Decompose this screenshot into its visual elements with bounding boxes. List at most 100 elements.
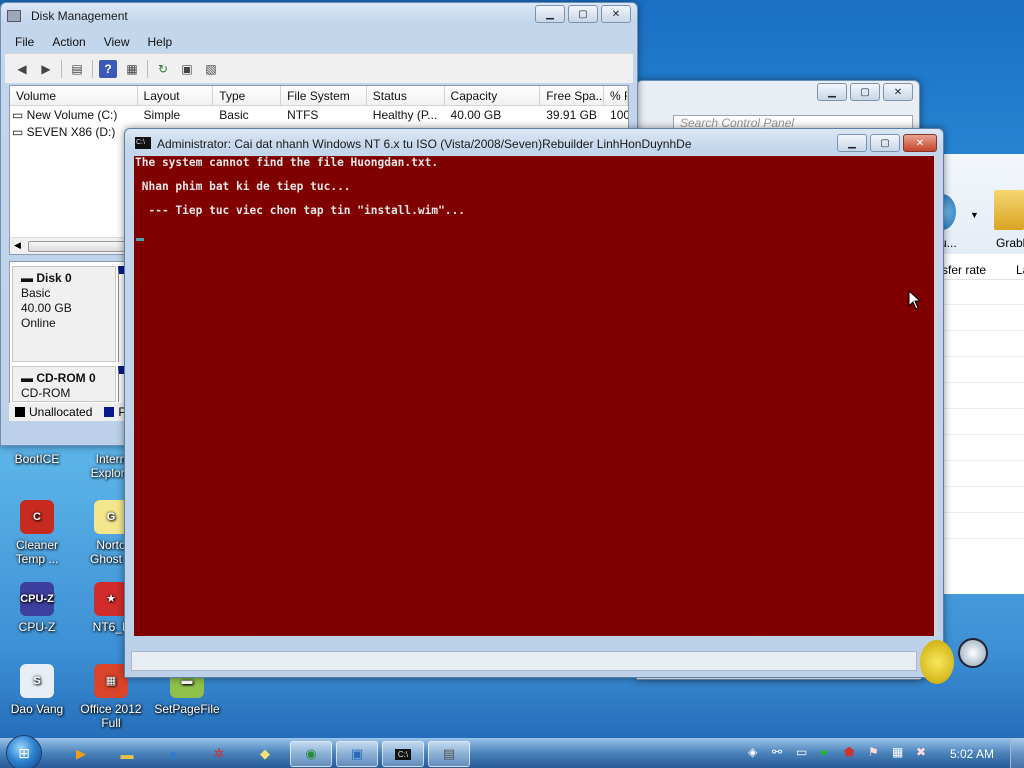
desktop-icon-label: CPU-Z bbox=[18, 620, 56, 634]
menu-help[interactable]: Help bbox=[148, 31, 173, 51]
column-header[interactable]: Volume bbox=[10, 86, 138, 105]
control-panel-item-label: Grabb bbox=[996, 236, 1024, 250]
column-header[interactable]: Layout bbox=[138, 86, 214, 105]
table-cell: Simple bbox=[143, 108, 181, 122]
table-cell: 40.00 GB bbox=[450, 108, 502, 122]
close-button[interactable]: ✕ bbox=[601, 5, 631, 23]
desktop-icon-image: G bbox=[94, 500, 128, 534]
console-line: The system cannot find the file Huongdan… bbox=[135, 156, 439, 169]
desktop-icon-image: ★ bbox=[94, 582, 128, 616]
scrollbar-thumb[interactable] bbox=[28, 241, 128, 252]
column-header[interactable]: Status bbox=[367, 86, 445, 105]
cmd-icon: C:\ bbox=[135, 137, 151, 149]
console-line: --- Tiep tuc viec chon tap tin "install.… bbox=[135, 204, 466, 217]
taskbar-disk[interactable]: ▤ bbox=[428, 741, 470, 767]
legend-swatch bbox=[15, 407, 25, 417]
console-tree-icon[interactable]: ▤ bbox=[68, 60, 86, 78]
tray-shield-icon[interactable]: ⬟ bbox=[844, 745, 854, 759]
disk-name: ▬ Disk 0 bbox=[21, 271, 72, 285]
help-icon[interactable]: ? bbox=[99, 59, 117, 78]
windows-logo-icon: ⊞ bbox=[18, 744, 30, 761]
tray-lan-icon[interactable]: ▦ bbox=[892, 745, 903, 759]
scroll-left-icon[interactable]: ◀ bbox=[14, 240, 21, 251]
console-line: Nhan phim bat ki de tiep tuc... bbox=[135, 180, 351, 193]
start-button[interactable]: ⊞ bbox=[6, 735, 42, 768]
rescan-icon[interactable]: ▣ bbox=[178, 60, 196, 78]
back-icon[interactable]: ◀ bbox=[13, 60, 31, 78]
desktop-fish-decoration bbox=[920, 630, 990, 686]
disk-info[interactable]: ▬ Disk 0 Basic 40.00 GB Online bbox=[12, 266, 116, 362]
show-desktop-button[interactable] bbox=[1010, 739, 1024, 768]
disk-icon: ▤ bbox=[442, 746, 456, 761]
settings-icon[interactable]: ▧ bbox=[202, 60, 220, 78]
globe-icon: ◉ bbox=[305, 746, 317, 761]
desktop-icon-image: C bbox=[20, 500, 54, 534]
desktop-icon-image: S bbox=[20, 664, 54, 698]
column-header[interactable]: Type bbox=[213, 86, 282, 105]
tray-network-icon[interactable]: ◈ bbox=[748, 745, 757, 759]
minimize-button[interactable]: ▁ bbox=[817, 83, 847, 101]
refresh-icon[interactable]: ↻ bbox=[154, 60, 172, 78]
desktop-icon-label: SetPageFile bbox=[154, 702, 220, 716]
table-cell: 100 bbox=[610, 108, 628, 122]
desktop-icon-label: Office 2012 Full bbox=[80, 702, 142, 730]
disk-management-title: Disk Management bbox=[31, 9, 128, 23]
menu-view[interactable]: View bbox=[104, 31, 130, 51]
column-header[interactable]: Free Spa... bbox=[540, 86, 605, 105]
console-output[interactable]: The system cannot find the file Huongdan… bbox=[134, 156, 934, 636]
console-scrollbar[interactable] bbox=[934, 156, 938, 636]
folder-icon[interactable] bbox=[994, 190, 1024, 230]
tray-usb-icon[interactable]: ⚯ bbox=[772, 745, 782, 759]
tray-play-icon[interactable]: ● bbox=[820, 745, 827, 759]
close-button[interactable]: ✕ bbox=[903, 134, 937, 152]
maximize-button[interactable]: ▢ bbox=[850, 83, 880, 101]
maximize-button[interactable]: ▢ bbox=[870, 134, 900, 152]
desktop-icon[interactable]: BBootICE bbox=[0, 452, 74, 466]
taskbar: ⊞ ▶ ▬ e ✲ ◆ ◉ ▣ C:\ ▤ ◈ ⚯ ▭ ● ⬟ ⚑ ▦ ✖ 5:… bbox=[0, 735, 1024, 768]
desktop-icon[interactable]: CPU-Z CPU-Z bbox=[0, 582, 74, 634]
tray-flag-icon[interactable]: ⚑ bbox=[868, 745, 879, 759]
taskbar-control-panel[interactable]: ▣ bbox=[336, 741, 378, 767]
table-row[interactable]: ▭ New Volume (C:) Simple Basic NTFS Healthy … bbox=[10, 106, 628, 123]
column-header[interactable]: Capacity bbox=[445, 86, 541, 105]
desktop-icon[interactable]: C Cleaner Temp ... bbox=[0, 500, 74, 566]
network-icon: ✲ bbox=[213, 746, 225, 761]
properties-icon[interactable]: ▦ bbox=[123, 60, 141, 78]
console-titlebar[interactable]: C:\ Administrator: Cai dat nhanh Windows… bbox=[125, 129, 943, 157]
clock[interactable]: 5:02 AM bbox=[950, 747, 994, 761]
maximize-button[interactable]: ▢ bbox=[568, 5, 598, 23]
disk-info[interactable]: ▬ CD-ROM 0 CD-ROM bbox=[12, 366, 116, 402]
minimize-button[interactable]: ▁ bbox=[535, 5, 565, 23]
table-cell: NTFS bbox=[287, 108, 319, 122]
column-header[interactable]: % F bbox=[604, 86, 628, 105]
media-player-icon: ▶ bbox=[76, 746, 86, 761]
taskbar-ghost[interactable]: ◆ bbox=[244, 741, 286, 767]
taskbar-explorer[interactable]: ▬ bbox=[106, 741, 148, 767]
column-header[interactable]: File System bbox=[281, 86, 367, 105]
desktop-icon[interactable]: S Dao Vang bbox=[0, 664, 74, 716]
taskbar-network[interactable]: ✲ bbox=[198, 741, 240, 767]
legend-swatch bbox=[104, 407, 115, 417]
menu-file[interactable]: File bbox=[15, 31, 34, 51]
tray-device-icon[interactable]: ▭ bbox=[796, 745, 807, 759]
taskbar-media-player[interactable]: ▶ bbox=[60, 741, 102, 767]
tray-volume-muted-icon[interactable]: ✖ bbox=[916, 745, 926, 759]
desktop-icon-label: Dao Vang bbox=[10, 702, 64, 716]
menu-action[interactable]: Action bbox=[52, 31, 85, 51]
close-button[interactable]: ✕ bbox=[883, 83, 913, 101]
forward-icon[interactable]: ▶ bbox=[37, 60, 55, 78]
ie-icon: e bbox=[169, 746, 177, 762]
disk-management-titlebar[interactable]: Disk Management ▁ ▢ ✕ bbox=[1, 3, 637, 29]
minimize-button[interactable]: ▁ bbox=[837, 134, 867, 152]
mouse-cursor-icon bbox=[908, 290, 922, 310]
console-cursor bbox=[136, 238, 144, 241]
dropdown-arrow-icon[interactable]: ▼ bbox=[970, 210, 979, 220]
console-statusbar bbox=[131, 651, 917, 671]
disk-name: ▬ CD-ROM 0 bbox=[21, 371, 96, 385]
control-panel-titlebar[interactable]: ▁ ▢ ✕ bbox=[637, 81, 919, 107]
taskbar-cmd[interactable]: C:\ bbox=[382, 741, 424, 767]
taskbar-ie[interactable]: e bbox=[152, 741, 194, 767]
disk-detail: Basic bbox=[21, 286, 51, 300]
taskbar-disk-management[interactable]: ◉ bbox=[290, 741, 332, 767]
cmd-icon: C:\ bbox=[394, 748, 412, 760]
